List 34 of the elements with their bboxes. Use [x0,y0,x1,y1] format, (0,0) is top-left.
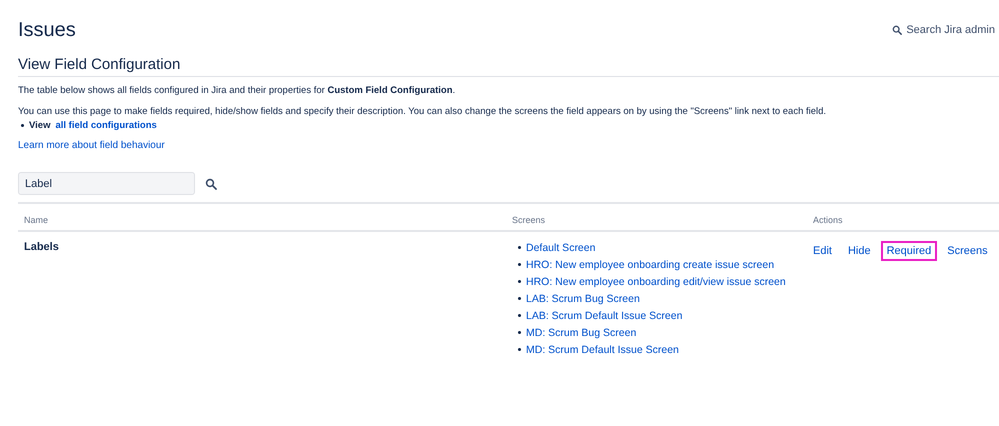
column-header: Name [18,204,506,232]
page-title: Issues [18,18,76,42]
bullet-icon [518,297,521,300]
screen-link[interactable]: LAB: Scrum Default Issue Screen [526,310,682,322]
bullet-icon [518,348,521,351]
bullet-icon [518,314,521,317]
action-link[interactable]: Screens [941,241,994,261]
bullet-icon [518,246,521,249]
search-admin-link[interactable]: Search Jira admin [892,24,995,36]
column-header: Screens [506,204,807,232]
view-label: View [29,120,50,131]
intro-text: The table below shows all fields configured in Jira and their properties for Custom Field Configuration. [18,85,456,96]
bullet-icon [518,331,521,334]
field-name: Labels [23,240,60,255]
screen-link[interactable]: LAB: Scrum Bug Screen [526,292,640,304]
screen-link[interactable]: HRO: New employee onboarding create issue screen [526,258,774,270]
screen-link[interactable]: MD: Scrum Default Issue Screen [526,344,679,356]
action-link[interactable]: Required [880,241,938,261]
bullet-icon [518,263,521,266]
search-field[interactable]: Label [18,172,195,195]
column-header: Actions [807,204,999,232]
screen-link[interactable]: HRO: New employee onboarding edit/view issue screen [526,276,786,288]
learn-more-link[interactable]: Learn more about field behaviour [18,140,165,151]
description-text: You can use this page to make fields required, hide/show fields and specify their description. You can also change the screens the field appears on by using the "Screens" link next to each field. [18,106,828,117]
bullet-icon [518,280,521,283]
field-configurations-link[interactable]: all field configurations [55,120,157,131]
screen-link[interactable]: Default Screen [526,242,596,254]
action-link[interactable]: Edit [807,241,838,261]
action-link[interactable]: Hide [842,241,877,261]
bullet-icon [21,124,24,127]
screen-link[interactable]: MD: Scrum Bug Screen [526,326,636,338]
section-title: View Field Configuration [18,56,999,77]
search-icon [892,25,902,35]
search-icon[interactable] [205,178,217,190]
